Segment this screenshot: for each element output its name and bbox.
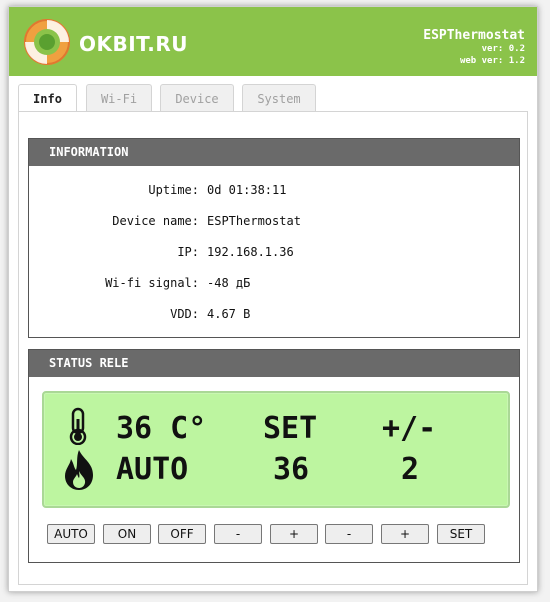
lcd-display: 36 C° SET +/- AUTO 36 2 (42, 391, 510, 508)
tab-info[interactable]: Info (18, 84, 77, 113)
version-text: ver: 0.2 (481, 44, 525, 54)
ip-value: 192.168.1.36 (207, 245, 294, 259)
lcd-hysteresis-label: +/- (382, 411, 437, 446)
wifi-signal-label: Wi-fi signal: (105, 276, 199, 290)
tab-device[interactable]: Device (160, 84, 234, 112)
information-panel: INFORMATION Uptime: 0d 01:38:11 Device n… (28, 138, 520, 338)
off-button[interactable]: OFF (158, 524, 206, 544)
flame-icon (65, 450, 93, 490)
lcd-hysteresis-value: 2 (401, 452, 420, 487)
hysteresis-decrease-button[interactable]: - (325, 524, 373, 544)
uptime-label: Uptime: (148, 183, 199, 197)
auto-button[interactable]: AUTO (47, 524, 95, 544)
tab-content: INFORMATION Uptime: 0d 01:38:11 Device n… (18, 111, 528, 585)
lcd-temperature: 36 C° (116, 411, 207, 446)
ip-label: IP: (177, 245, 199, 259)
set-decrease-button[interactable]: - (214, 524, 262, 544)
vdd-label: VDD: (170, 307, 199, 321)
header-info: ESPThermostat ver: 0.2 web ver: 1.2 (423, 28, 525, 67)
status-rele-panel: STATUS RELE 36 C° SET +/- AUTO 36 2 AUTO… (28, 349, 520, 563)
brand-name: OKBIT.RU (79, 32, 189, 56)
lcd-set-label: SET (263, 411, 318, 446)
information-heading: INFORMATION (29, 139, 519, 166)
on-button[interactable]: ON (103, 524, 151, 544)
hysteresis-increase-button[interactable]: + (381, 524, 429, 544)
web-version-text: web ver: 1.2 (459, 56, 525, 66)
wifi-signal-value: -48 дБ (207, 276, 251, 290)
set-increase-button[interactable]: + (270, 524, 318, 544)
uptime-value: 0d 01:38:11 (207, 183, 287, 197)
device-name-label: Device name: (112, 214, 199, 228)
set-button[interactable]: SET (437, 524, 485, 544)
vdd-value: 4.67 В (207, 307, 251, 321)
okbit-logo-icon (24, 19, 70, 65)
tab-wifi[interactable]: Wi-Fi (86, 84, 152, 112)
device-name-value: ESPThermostat (207, 214, 301, 228)
status-rele-heading: STATUS RELE (29, 350, 519, 377)
thermometer-icon (69, 407, 87, 445)
tab-system[interactable]: System (242, 84, 316, 112)
lcd-mode: AUTO (116, 452, 189, 487)
header-bar: OKBIT.RU ESPThermostat ver: 0.2 web ver:… (9, 7, 537, 76)
device-title: ESPThermostat (423, 28, 525, 43)
lcd-set-value: 36 (273, 452, 310, 487)
